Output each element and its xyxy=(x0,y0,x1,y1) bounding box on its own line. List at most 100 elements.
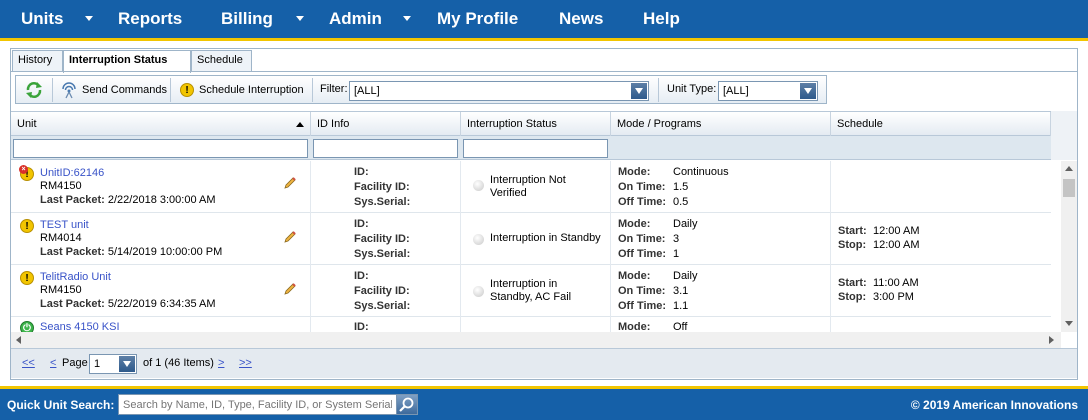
nav-news[interactable]: News xyxy=(559,9,603,29)
id-info-cell: ID: Facility ID: Sys.Serial: xyxy=(311,161,461,213)
interruption-status-cell xyxy=(461,317,611,332)
prev-page-link[interactable]: < xyxy=(50,357,56,369)
table-row[interactable]: ×! UnitID:62146 RM4150 Last Packet: 2/22… xyxy=(11,161,1051,213)
tab-history[interactable]: History xyxy=(12,50,63,72)
header-corner xyxy=(1051,111,1077,160)
last-packet-label: Last Packet: xyxy=(40,194,105,206)
id-info-cell: ID: xyxy=(311,317,461,332)
unit-link[interactable]: Seans 4150 KSI xyxy=(40,321,120,332)
facility-id-label: Facility ID: xyxy=(354,181,410,193)
tab-interruption-status[interactable]: Interruption Status xyxy=(63,50,191,73)
schedule-cell: Start: 12:00 AM Stop: 12:00 AM xyxy=(831,213,1051,265)
nav-reports[interactable]: Reports xyxy=(118,9,182,29)
start-label: Start: xyxy=(838,225,867,237)
off-time-label: Off Time: xyxy=(618,196,667,208)
start-label: Start: xyxy=(838,277,867,289)
power-ok-icon: ⏻ xyxy=(20,321,34,332)
stop-label: Stop: xyxy=(838,239,867,251)
on-time-label: On Time: xyxy=(618,285,666,297)
filter-select[interactable]: [ALL] xyxy=(349,81,649,101)
mode-programs-cell: Mode: Off xyxy=(611,317,831,332)
vertical-scrollbar[interactable] xyxy=(1061,161,1077,332)
last-page-link[interactable]: >> xyxy=(239,357,252,369)
unit-link[interactable]: TEST unit xyxy=(40,219,89,231)
unit-link[interactable]: UnitID:62146 xyxy=(40,167,104,179)
schedule-cell xyxy=(831,161,1051,213)
units-dropdown-icon[interactable] xyxy=(85,16,93,21)
facility-id-label: Facility ID: xyxy=(354,285,410,297)
mode-programs-cell: Mode: Daily On Time: 3 Off Time: 1 xyxy=(611,213,831,265)
column-header-id-info[interactable]: ID Info xyxy=(311,112,461,136)
edit-pencil-icon[interactable] xyxy=(282,281,298,297)
sys-serial-label: Sys.Serial: xyxy=(354,196,411,208)
next-page-link[interactable]: > xyxy=(218,357,224,369)
refresh-button[interactable] xyxy=(20,79,48,101)
scroll-right-icon[interactable] xyxy=(1049,336,1054,344)
table-row[interactable]: ⏻ Seans 4150 KSI ID: Mode: Off xyxy=(11,317,1051,332)
unit-link[interactable]: TelitRadio Unit xyxy=(40,271,111,283)
unit-type-select[interactable]: [ALL] xyxy=(718,81,818,101)
mode-label: Mode: xyxy=(618,166,651,178)
id-info-cell: ID: Facility ID: Sys.Serial: xyxy=(311,213,461,265)
send-commands-label: Send Commands xyxy=(82,84,167,96)
interruption-status-cell: Interruption Not Verified xyxy=(461,161,611,213)
toolbar-separator xyxy=(312,78,313,102)
unit-model: RM4150 xyxy=(40,284,82,296)
nav-billing[interactable]: Billing xyxy=(221,9,273,29)
tab-divider xyxy=(10,71,1078,72)
schedule-interruption-button[interactable]: ! Schedule Interruption xyxy=(176,79,310,101)
column-header-interruption-status[interactable]: Interruption Status xyxy=(461,112,611,136)
page-value: 1 xyxy=(94,358,101,370)
table-row[interactable]: ! TEST unit RM4014 Last Packet: 5/14/201… xyxy=(11,213,1051,265)
off-time-label: Off Time: xyxy=(618,248,667,260)
last-packet-label: Last Packet: xyxy=(40,298,105,310)
scroll-left-icon[interactable] xyxy=(16,336,21,344)
quick-search-input[interactable] xyxy=(118,394,397,415)
scroll-down-icon[interactable] xyxy=(1065,321,1073,326)
grid-filter-row xyxy=(11,136,1051,160)
edit-pencil-icon[interactable] xyxy=(282,175,298,191)
quick-search-label: Quick Unit Search: xyxy=(7,398,115,412)
column-header-mode-programs[interactable]: Mode / Programs xyxy=(611,112,831,136)
interruption-status-filter-input[interactable] xyxy=(463,139,608,158)
interruption-status-text: Interruption Not Verified xyxy=(490,174,566,199)
interruption-status-text: Interruption in Standby xyxy=(490,232,601,244)
status-dot-icon xyxy=(473,286,484,297)
last-packet-value: 5/14/2019 10:00:00 PM xyxy=(107,246,223,258)
toolbar-separator xyxy=(52,78,53,102)
interruption-status-text: Interruption in Standby, AC Fail xyxy=(490,278,572,303)
unit-model: RM4150 xyxy=(40,180,82,192)
page-select[interactable]: 1 xyxy=(89,354,137,374)
stop-value: 12:00 AM xyxy=(873,239,920,251)
table-row[interactable]: ! TelitRadio Unit RM4150 Last Packet: 5/… xyxy=(11,265,1051,317)
nav-stripe xyxy=(0,38,1088,41)
edit-pencil-icon[interactable] xyxy=(282,229,298,245)
schedule-cell: Start: 11:00 AM Stop: 3:00 PM xyxy=(831,265,1051,317)
column-header-schedule[interactable]: Schedule xyxy=(831,112,1051,136)
unit-filter-input[interactable] xyxy=(13,139,308,158)
scroll-up-icon[interactable] xyxy=(1065,166,1073,171)
start-value: 12:00 AM xyxy=(873,225,920,237)
first-page-link[interactable]: << xyxy=(22,357,35,369)
send-commands-button[interactable]: Send Commands xyxy=(58,79,168,101)
scroll-thumb[interactable] xyxy=(1063,179,1075,197)
last-packet-value: 5/22/2019 6:34:35 AM xyxy=(107,298,216,310)
interruption-status-cell: Interruption in Standby xyxy=(461,213,611,265)
nav-admin[interactable]: Admin xyxy=(329,9,382,29)
billing-dropdown-icon[interactable] xyxy=(296,16,304,21)
horizontal-scrollbar[interactable] xyxy=(11,332,1061,348)
nav-units[interactable]: Units xyxy=(21,9,64,29)
start-value: 11:00 AM xyxy=(873,277,919,289)
id-info-filter-input[interactable] xyxy=(313,139,458,158)
column-header-unit[interactable]: Unit xyxy=(11,112,311,136)
sort-ascending-icon xyxy=(296,122,304,127)
admin-dropdown-icon[interactable] xyxy=(403,16,411,21)
stop-value: 3:00 PM xyxy=(873,291,914,303)
chevron-down-icon xyxy=(631,83,647,99)
quick-search-button[interactable] xyxy=(396,394,418,415)
tab-schedule[interactable]: Schedule xyxy=(191,50,252,72)
nav-help[interactable]: Help xyxy=(643,9,680,29)
chevron-down-icon xyxy=(119,356,135,372)
nav-my-profile[interactable]: My Profile xyxy=(437,9,518,29)
page-count-text: of 1 (46 Items) xyxy=(143,357,214,369)
